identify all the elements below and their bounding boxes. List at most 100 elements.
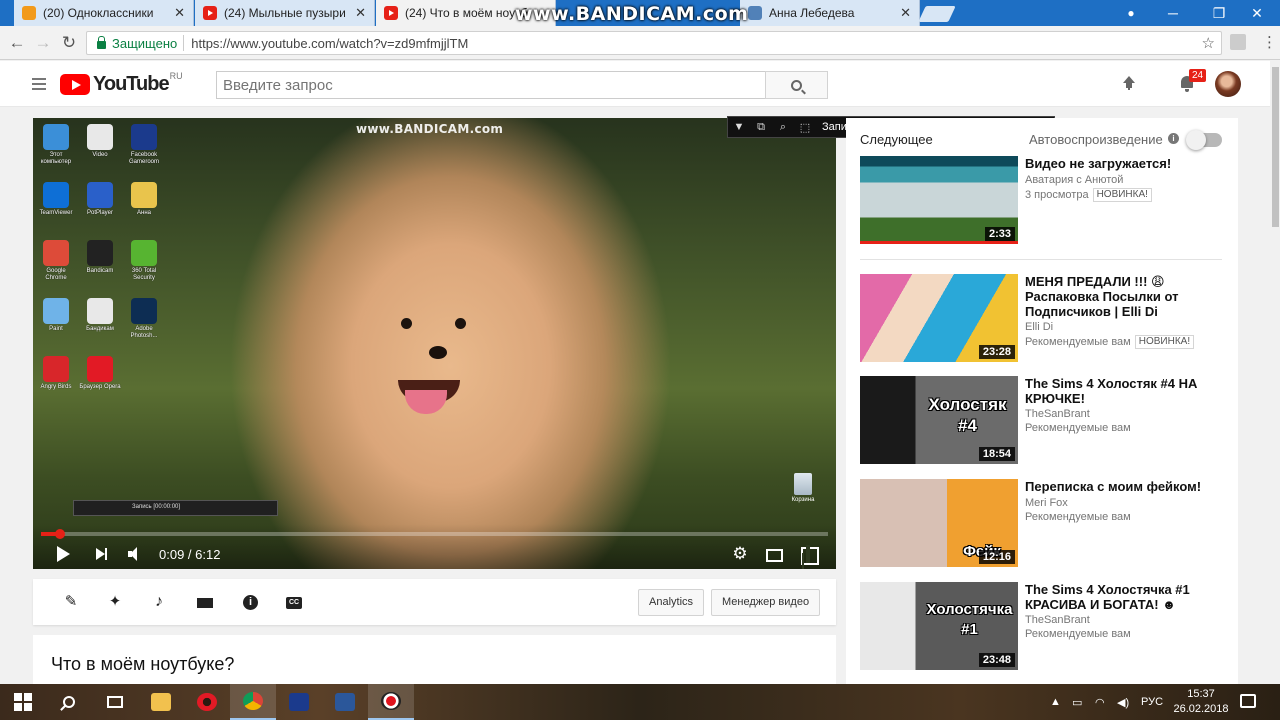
browser-menu-icon[interactable]: ⋮ (1262, 33, 1277, 51)
video-player[interactable]: www.BANDICAM.com Этот компьютер Video Face… (33, 118, 836, 569)
fullscreen-icon[interactable] (799, 544, 819, 565)
tab-close-icon[interactable]: ✕ (355, 5, 366, 21)
scrubber-handle[interactable] (55, 529, 65, 539)
scrollbar-thumb[interactable] (1272, 67, 1279, 227)
pencil-icon[interactable]: ✎ (62, 593, 80, 611)
search-button[interactable] (765, 71, 828, 99)
minimize-button[interactable]: ─ (1150, 0, 1196, 26)
recommendation-title[interactable]: The Sims 4 Холостяк #4 НА КРЮЧКЕ! (1025, 376, 1225, 406)
tab-close-icon[interactable]: ✕ (900, 5, 911, 21)
list-item[interactable]: Холостяк #4 18:54 The Sims 4 Холостяк #4… (860, 376, 1230, 464)
list-item[interactable]: 2:33 Видео не загружается! Аватария с Ан… (860, 156, 1230, 244)
shortcut-label: Video (92, 152, 108, 158)
taskbar-app[interactable] (276, 684, 322, 720)
next-video-icon[interactable] (93, 544, 113, 564)
channel-name[interactable]: TheSanBrant (1025, 614, 1090, 626)
window-mode-icon[interactable]: ⧉ (750, 117, 772, 137)
volume-icon[interactable] (125, 544, 145, 564)
search-icon[interactable]: ⌕ (772, 117, 794, 137)
play-icon[interactable] (53, 544, 73, 564)
tab-close-icon[interactable]: ✕ (174, 5, 185, 21)
bookmark-star-icon[interactable]: ☆ (1202, 34, 1215, 52)
back-arrow-icon[interactable]: ← (6, 32, 28, 54)
tray-chevron-up-icon[interactable]: ▲ (1050, 684, 1061, 720)
youtube-logo[interactable]: YouTube RU (60, 71, 183, 96)
duration-badge: 23:28 (978, 345, 1015, 359)
list-item[interactable]: 23:28 МЕНЯ ПРЕДАЛИ !!! 😩 Распаковка Посы… (860, 274, 1230, 362)
close-window-button[interactable]: ✕ (1234, 0, 1280, 26)
autoplay-toggle[interactable] (1186, 130, 1222, 150)
start-button[interactable] (0, 684, 46, 720)
tab-odnoklassniki[interactable]: (20) Одноклассники ✕ (14, 0, 194, 26)
wifi-icon[interactable]: ◠ (1095, 684, 1105, 720)
analytics-button[interactable]: Analytics (638, 589, 705, 616)
video-thumbnail[interactable]: 23:28 (860, 274, 1018, 362)
magic-wand-icon[interactable]: ✦ (106, 593, 124, 611)
shortcut-image (43, 124, 69, 150)
hamburger-menu-icon[interactable] (32, 78, 46, 90)
profile-icon[interactable]: ● (1108, 0, 1154, 26)
recycle-bin-icon: Корзина (788, 473, 818, 503)
search-taskbar-button[interactable] (46, 684, 92, 720)
reload-icon[interactable]: ↻ (58, 32, 80, 54)
recommendation-title[interactable]: Видео не загружается! (1025, 156, 1225, 171)
dog-eye (401, 318, 412, 329)
shortcut-label: Facebook Gameroom (128, 152, 159, 165)
battery-icon[interactable]: ▭ (1072, 684, 1082, 720)
video-thumbnail[interactable]: Холостяк #4 18:54 (860, 376, 1018, 464)
task-view-button[interactable] (92, 684, 138, 720)
language-indicator[interactable]: РУС (1141, 684, 1163, 720)
desktop-shortcut-icon: Анна (123, 182, 165, 217)
list-item[interactable]: Холостячка #1 23:48 The Sims 4 Холостячк… (860, 582, 1230, 670)
taskbar-bandicam[interactable] (368, 684, 414, 720)
music-note-icon[interactable]: ♪ (150, 593, 168, 611)
folder-icon (151, 693, 171, 711)
video-thumbnail[interactable]: Фейк 12:16 (860, 479, 1018, 567)
video-thumbnail[interactable]: Холостячка #1 23:48 (860, 582, 1018, 670)
tab-soap-bubbles[interactable]: (24) Мыльные пузыри - ✕ (195, 0, 375, 26)
shortcut-image (43, 298, 69, 324)
new-tab-button[interactable] (918, 6, 956, 22)
taskbar-clock[interactable]: 15:37 26.02.2018 (1166, 687, 1236, 717)
channel-name[interactable]: Аватария с Анютой (1025, 174, 1123, 186)
volume-icon[interactable]: ◀) (1117, 684, 1129, 720)
channel-name[interactable]: Meri Fox (1025, 497, 1068, 509)
subtitles-cc-icon[interactable]: CC (286, 597, 302, 609)
mini-recorder-text: Запись [00:00:00] (132, 504, 181, 510)
taskbar-file-explorer[interactable] (138, 684, 184, 720)
avatar[interactable] (1215, 71, 1241, 97)
taskbar-chrome[interactable] (230, 684, 276, 720)
channel-name[interactable]: Elli Di (1025, 321, 1053, 333)
desktop-shortcut-icon: PotPlayer (79, 182, 121, 217)
theater-mode-icon[interactable] (764, 544, 784, 564)
list-item[interactable]: Фейк 12:16 Переписка с моим фейком! Meri… (860, 479, 1230, 567)
omnibox[interactable]: Защищено https://www.youtube.com/watch?v… (86, 31, 1222, 55)
mini-recorder-bar: Запись [00:00:00] (73, 500, 278, 516)
search-input[interactable] (216, 71, 766, 99)
forward-arrow-icon[interactable]: → (32, 32, 54, 54)
recommendation-title[interactable]: The Sims 4 Холостячка #1 КРАСИВА И БОГАТ… (1025, 582, 1225, 612)
annotations-icon[interactable] (197, 598, 213, 608)
action-center-icon[interactable] (1240, 694, 1256, 708)
recommendations-sidebar: Следующее Автовоспроизведение i 2:33 Вид… (846, 118, 1238, 688)
taskbar-opera[interactable] (184, 684, 230, 720)
taskbar-word[interactable] (322, 684, 368, 720)
upload-icon[interactable] (1120, 76, 1138, 94)
channel-name[interactable]: TheSanBrant (1025, 408, 1090, 420)
crop-icon[interactable]: ⬚ (794, 117, 816, 137)
page-scrollbar[interactable] (1270, 61, 1280, 684)
url-text[interactable]: https://www.youtube.com/watch?v=zd9mfmjj… (191, 36, 468, 51)
video-progress-bar[interactable] (41, 529, 828, 539)
recommendation-title[interactable]: МЕНЯ ПРЕДАЛИ !!! 😩 Распаковка Посылки от… (1025, 274, 1225, 319)
info-icon[interactable]: i (243, 595, 258, 610)
tab-anna-lebedeva[interactable]: Анна Лебедева ✕ (740, 0, 920, 26)
tab-label: Анна Лебедева (769, 6, 855, 20)
video-manager-button[interactable]: Менеджер видео (711, 589, 821, 616)
info-icon[interactable]: i (1168, 133, 1179, 144)
settings-gear-icon[interactable]: ⚙ (730, 544, 750, 564)
video-thumbnail[interactable]: 2:33 (860, 156, 1018, 244)
extension-icon[interactable] (1230, 34, 1246, 50)
shortcut-image (87, 124, 113, 150)
chevron-down-icon[interactable]: ▼ (728, 117, 750, 137)
recommendation-title[interactable]: Переписка с моим фейком! (1025, 479, 1225, 494)
